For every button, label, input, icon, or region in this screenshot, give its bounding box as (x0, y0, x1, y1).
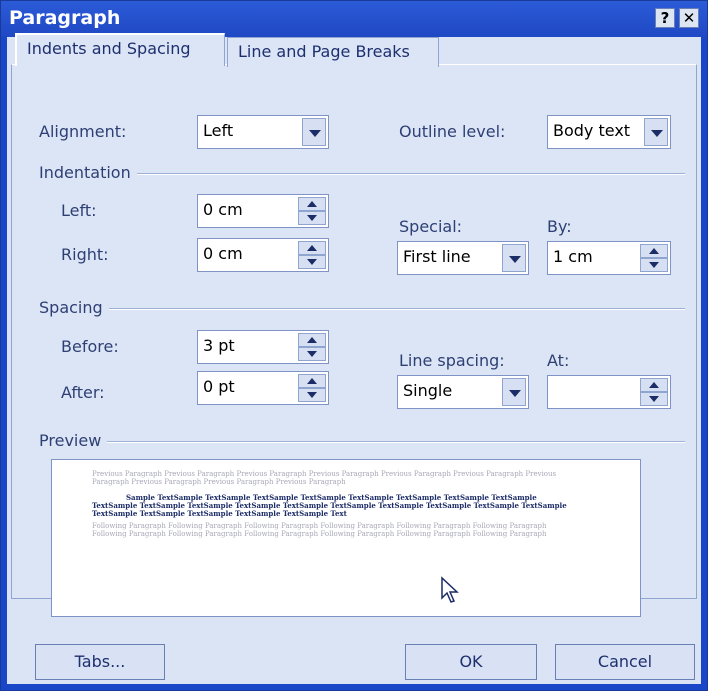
spin-down-icon[interactable] (640, 392, 668, 406)
spinner[interactable] (298, 241, 326, 269)
by-value: 1 cm (553, 247, 593, 266)
spacing-divider (41, 308, 685, 310)
spin-down-icon[interactable] (298, 211, 326, 225)
preview-box: Previous Paragraph Previous Paragraph Pr… (51, 459, 641, 617)
spin-down-icon[interactable] (640, 258, 668, 272)
dialog-title: Paragraph (9, 7, 121, 29)
line-spacing-value: Single (403, 381, 453, 400)
spin-up-icon[interactable] (640, 378, 668, 392)
spin-up-icon[interactable] (298, 241, 326, 255)
indent-right-label: Right: (61, 245, 109, 264)
spinner[interactable] (298, 333, 326, 361)
spacing-after-field[interactable]: 0 pt (197, 371, 329, 405)
indent-left-field[interactable]: 0 cm (197, 194, 329, 228)
tab-line-and-page-breaks[interactable]: Line and Page Breaks (227, 37, 439, 67)
spin-up-icon[interactable] (298, 374, 326, 388)
spinner[interactable] (298, 374, 326, 402)
spacing-after-value: 0 pt (203, 377, 235, 396)
preview-divider (41, 441, 685, 443)
tabs-button[interactable]: Tabs... (35, 644, 165, 680)
tab-indents-and-spacing[interactable]: Indents and Spacing (15, 33, 225, 66)
spacing-before-label: Before: (61, 337, 119, 356)
spinner[interactable] (640, 378, 668, 406)
indentation-divider (41, 173, 685, 175)
alignment-label: Alignment: (39, 122, 127, 141)
by-label: By: (547, 217, 572, 236)
paragraph-dialog: Paragraph ? ✕ Indents and Spacing Line a… (0, 0, 708, 691)
preview-sample-text: Sample TextSample TextSample TextSample … (92, 493, 567, 518)
spacing-before-value: 3 pt (203, 336, 235, 355)
preview-group-label: Preview (39, 431, 108, 450)
outline-level-label: Outline level: (399, 122, 506, 141)
tab-label: Indents and Spacing (27, 39, 191, 58)
indent-left-value: 0 cm (203, 200, 243, 219)
line-spacing-label: Line spacing: (399, 351, 505, 370)
tab-label: Line and Page Breaks (238, 42, 410, 61)
chevron-down-icon[interactable] (302, 118, 326, 146)
outline-level-value: Body text (553, 121, 631, 140)
preview-following-paragraph: Following Paragraph Following Paragraph … (92, 522, 547, 538)
at-label: At: (547, 351, 570, 370)
spin-down-icon[interactable] (298, 388, 326, 402)
spacing-group-label: Spacing (39, 298, 109, 317)
line-spacing-select[interactable]: Single (397, 375, 529, 409)
spin-up-icon[interactable] (298, 333, 326, 347)
chevron-down-icon[interactable] (502, 378, 526, 406)
at-field[interactable] (547, 375, 671, 409)
by-field[interactable]: 1 cm (547, 241, 671, 275)
indent-left-label: Left: (61, 201, 97, 220)
alignment-value: Left (203, 121, 234, 140)
special-label: Special: (399, 217, 463, 236)
spacing-after-label: After: (61, 383, 105, 402)
mouse-pointer-icon (441, 576, 459, 603)
indent-right-field[interactable]: 0 cm (197, 238, 329, 272)
alignment-select[interactable]: Left (197, 115, 329, 149)
spin-down-icon[interactable] (298, 255, 326, 269)
special-select[interactable]: First line (397, 241, 529, 275)
indent-right-value: 0 cm (203, 244, 243, 263)
outline-level-select[interactable]: Body text (547, 115, 671, 149)
preview-previous-paragraph: Previous Paragraph Previous Paragraph Pr… (92, 470, 557, 486)
spinner[interactable] (298, 197, 326, 225)
ok-button[interactable]: OK (405, 644, 537, 680)
spin-up-icon[interactable] (640, 244, 668, 258)
help-button[interactable]: ? (655, 8, 675, 28)
title-bar: Paragraph ? ✕ (1, 1, 707, 37)
spinner[interactable] (640, 244, 668, 272)
indentation-group-label: Indentation (39, 163, 137, 182)
close-button[interactable]: ✕ (679, 8, 699, 28)
chevron-down-icon[interactable] (644, 118, 668, 146)
special-value: First line (403, 247, 471, 266)
cancel-button[interactable]: Cancel (555, 644, 695, 680)
spacing-before-field[interactable]: 3 pt (197, 330, 329, 364)
spin-down-icon[interactable] (298, 347, 326, 361)
chevron-down-icon[interactable] (502, 244, 526, 272)
spin-up-icon[interactable] (298, 197, 326, 211)
